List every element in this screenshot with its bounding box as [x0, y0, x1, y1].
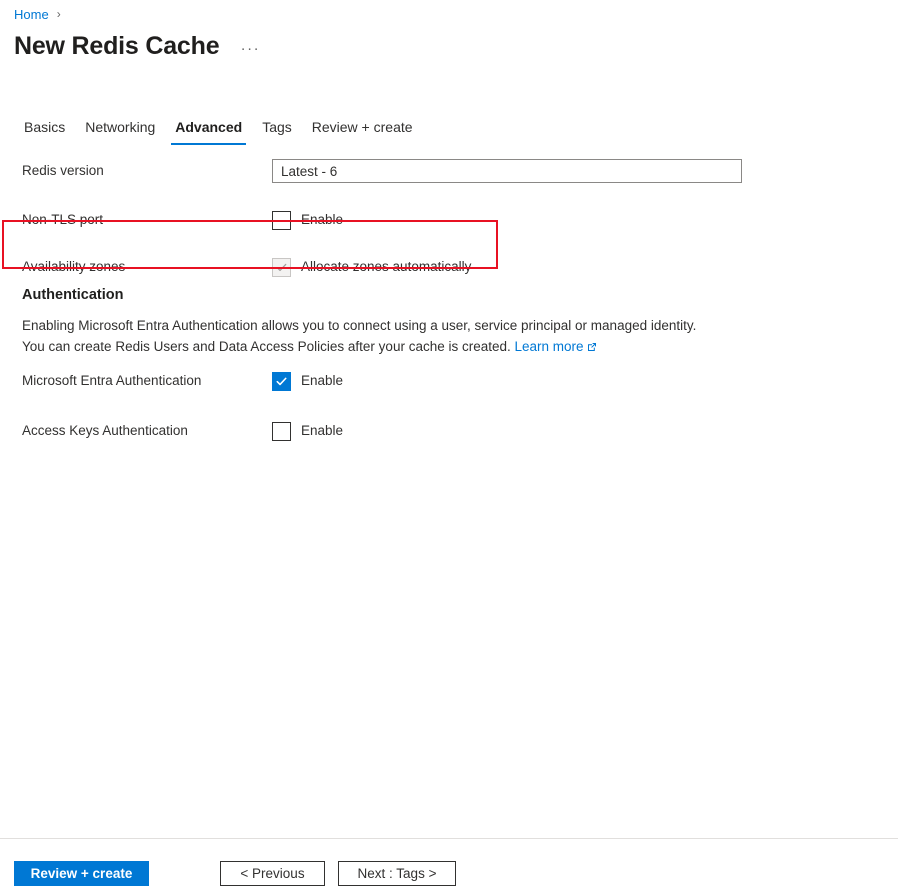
breadcrumb-link-home[interactable]: Home [14, 7, 49, 22]
footer-divider [0, 838, 898, 839]
entra-authentication-checkbox-label: Enable [301, 372, 343, 390]
authentication-description: Enabling Microsoft Entra Authentication … [22, 315, 722, 358]
field-row-availability-zones: Availability zones Allocate zones automa… [0, 252, 898, 282]
checkbox-checked-icon [272, 372, 291, 391]
label-access-keys-authentication: Access Keys Authentication [22, 422, 272, 440]
tab-networking[interactable]: Networking [75, 112, 165, 142]
more-options-icon[interactable]: ··· [239, 37, 261, 59]
access-keys-authentication-checkbox-label: Enable [301, 422, 343, 440]
entra-authentication-checkbox[interactable]: Enable [272, 372, 343, 391]
non-tls-port-checkbox-label: Enable [301, 211, 343, 229]
label-entra-authentication: Microsoft Entra Authentication [22, 372, 272, 390]
field-row-access-keys-authentication: Access Keys Authentication Enable [0, 416, 898, 446]
learn-more-label: Learn more [515, 339, 584, 354]
checkbox-box-icon [272, 422, 291, 441]
review-create-button[interactable]: Review + create [14, 861, 149, 886]
label-non-tls-port: Non-TLS port [22, 211, 272, 229]
previous-button[interactable]: < Previous [220, 861, 325, 886]
authentication-heading: Authentication [22, 285, 782, 305]
advanced-form: Redis version Non-TLS port Enable Availa… [0, 152, 898, 282]
footer-actions: Review + create < Previous Next : Tags > [0, 855, 898, 891]
field-row-non-tls-port: Non-TLS port Enable [0, 205, 898, 235]
control-non-tls-port: Enable [272, 211, 343, 230]
external-link-icon [587, 337, 597, 358]
field-row-redis-version: Redis version [0, 156, 898, 186]
tab-basics[interactable]: Basics [14, 112, 75, 142]
tab-review-create[interactable]: Review + create [302, 112, 423, 142]
control-redis-version [272, 159, 742, 183]
tab-advanced[interactable]: Advanced [165, 112, 252, 142]
authentication-section: Authentication Enabling Microsoft Entra … [22, 285, 782, 358]
new-redis-cache-page: Home › New Redis Cache ··· Basics Networ… [0, 0, 898, 891]
learn-more-link[interactable]: Learn more [515, 339, 597, 354]
label-availability-zones: Availability zones [22, 258, 272, 276]
checkbox-box-icon [272, 211, 291, 230]
control-access-keys-authentication: Enable [272, 422, 343, 441]
title-row: New Redis Cache ··· [14, 31, 261, 61]
control-availability-zones: Allocate zones automatically [272, 258, 471, 277]
wizard-tabs: Basics Networking Advanced Tags Review +… [14, 112, 423, 144]
allocate-zones-checkbox-label: Allocate zones automatically [301, 258, 471, 276]
breadcrumb: Home › [14, 4, 61, 24]
tab-tags[interactable]: Tags [252, 112, 302, 142]
authentication-rows: Microsoft Entra Authentication Enable Ac… [0, 366, 898, 446]
field-row-entra-authentication: Microsoft Entra Authentication Enable [0, 366, 898, 396]
breadcrumb-separator-icon: › [57, 8, 61, 20]
allocate-zones-automatically-checkbox: Allocate zones automatically [272, 258, 471, 277]
control-entra-authentication: Enable [272, 372, 343, 391]
checkbox-checked-disabled-icon [272, 258, 291, 277]
page-title: New Redis Cache [14, 31, 219, 61]
redis-version-input[interactable] [272, 159, 742, 183]
non-tls-port-checkbox[interactable]: Enable [272, 211, 343, 230]
label-redis-version: Redis version [22, 162, 272, 180]
access-keys-authentication-checkbox[interactable]: Enable [272, 422, 343, 441]
next-tags-button[interactable]: Next : Tags > [338, 861, 456, 886]
